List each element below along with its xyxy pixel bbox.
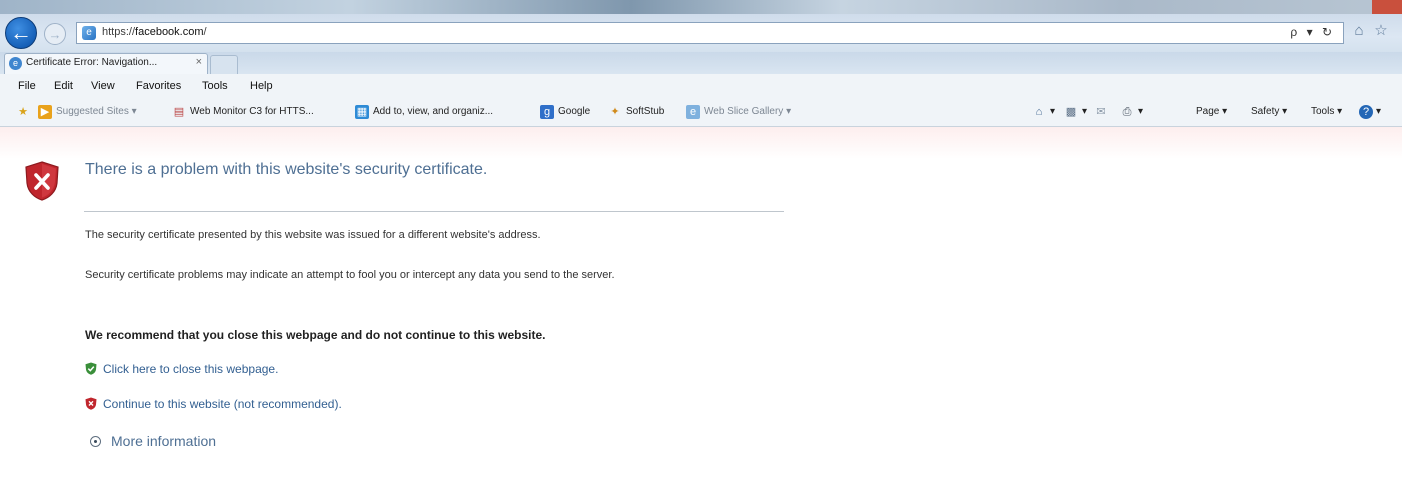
divider xyxy=(84,211,784,212)
print-dropdown-icon[interactable]: ▾ xyxy=(1138,106,1143,117)
menu-file[interactable]: File xyxy=(18,80,36,92)
home-dropdown-icon[interactable]: ▾ xyxy=(1050,106,1055,117)
favorite-google[interactable]: Google xyxy=(558,106,590,117)
tab-row: e Certificate Error: Navigation... × xyxy=(0,52,1402,74)
favorite-softstub[interactable]: SoftStub xyxy=(626,106,664,117)
more-information-toggle[interactable]: More information xyxy=(90,433,216,449)
organize-icon: ▦ xyxy=(355,105,369,119)
tools-menu[interactable]: Tools ▾ xyxy=(1311,106,1342,117)
search-refresh-icons[interactable]: ρ ▾ ↻ xyxy=(1290,25,1335,39)
expand-circle-icon xyxy=(90,436,101,447)
favorites-star-icon[interactable]: ★ xyxy=(16,105,30,119)
navigation-bar: ← → e https://facebook.com/ ρ ▾ ↻ ⌂ ☆ xyxy=(0,14,1402,52)
risk-message: Security certificate problems may indica… xyxy=(85,269,615,281)
menu-tools[interactable]: Tools xyxy=(202,80,228,92)
menu-help[interactable]: Help xyxy=(250,80,273,92)
continue-website-label: Continue to this website (not recommende… xyxy=(103,397,342,411)
close-webpage-link[interactable]: Click here to close this webpage. xyxy=(85,362,278,376)
favorite-suggested-sites[interactable]: Suggested Sites ▾ xyxy=(56,106,137,117)
softstub-icon: ✦ xyxy=(610,106,620,118)
mail-icon[interactable]: ✉ xyxy=(1094,105,1108,119)
back-arrow-icon[interactable]: ← xyxy=(5,17,37,49)
forward-arrow-icon[interactable]: → xyxy=(44,23,66,45)
more-information-label: More information xyxy=(111,433,217,449)
address-bar[interactable]: e https://facebook.com/ ρ ▾ ↻ xyxy=(76,22,1344,44)
error-shield-icon xyxy=(25,161,59,201)
red-shield-icon xyxy=(85,397,97,410)
tab-label: Certificate Error: Navigation... xyxy=(26,57,158,68)
page-menu[interactable]: Page ▾ xyxy=(1196,106,1227,117)
tab-close-icon[interactable]: × xyxy=(196,56,202,68)
page-title: There is a problem with this website's s… xyxy=(85,161,488,178)
help-icon[interactable]: ? xyxy=(1359,105,1373,119)
menu-view[interactable]: View xyxy=(91,80,115,92)
feeds-dropdown-icon[interactable]: ▾ xyxy=(1082,106,1087,117)
menu-edit[interactable]: Edit xyxy=(54,80,73,92)
menu-bar: File Edit View Favorites Tools Help xyxy=(0,74,1402,98)
address-url[interactable]: https://facebook.com/ xyxy=(102,26,207,38)
mismatch-message: The security certificate presented by th… xyxy=(85,229,541,241)
home-icon[interactable]: ⌂ xyxy=(1350,22,1368,40)
favorite-web-slice-gallery[interactable]: Web Slice Gallery ▾ xyxy=(704,106,791,117)
site-favicon-icon: e xyxy=(82,26,96,40)
home-page-icon[interactable]: ⌂ xyxy=(1032,105,1046,119)
web-slice-icon: e xyxy=(686,105,700,119)
close-webpage-label: Click here to close this webpage. xyxy=(103,362,279,376)
tab-certificate-error[interactable]: e Certificate Error: Navigation... × xyxy=(4,53,208,74)
menu-favorites[interactable]: Favorites xyxy=(136,80,181,92)
web-monitor-icon: ▤ xyxy=(173,106,185,118)
favorites-bar: ★ ▶ Suggested Sites ▾ ▤ Web Monitor C3 f… xyxy=(0,98,1402,127)
continue-website-link[interactable]: Continue to this website (not recommende… xyxy=(85,397,342,411)
favorite-web-monitor[interactable]: Web Monitor C3 for HTTS... xyxy=(190,106,314,117)
url-scheme: https:// xyxy=(102,26,136,38)
suggested-sites-icon: ▶ xyxy=(38,105,52,119)
favorites-star-icon[interactable]: ☆ xyxy=(1372,22,1390,40)
print-icon[interactable]: ⎙ xyxy=(1120,105,1134,119)
green-shield-icon xyxy=(85,362,97,375)
help-dropdown-icon[interactable]: ▾ xyxy=(1376,106,1381,117)
recommendation-text: We recommend that you close this webpage… xyxy=(85,328,546,342)
url-host: facebook.com xyxy=(135,26,204,38)
google-icon: g xyxy=(540,105,554,119)
safety-menu[interactable]: Safety ▾ xyxy=(1251,106,1287,117)
favorite-add-organize[interactable]: Add to, view, and organiz... xyxy=(373,106,493,117)
feeds-icon[interactable]: ▩ xyxy=(1064,105,1078,119)
url-path: / xyxy=(203,26,207,38)
tab-favicon-icon: e xyxy=(9,57,22,70)
new-tab-button[interactable] xyxy=(210,55,238,74)
certificate-error-page: There is a problem with this website's s… xyxy=(0,127,1402,486)
